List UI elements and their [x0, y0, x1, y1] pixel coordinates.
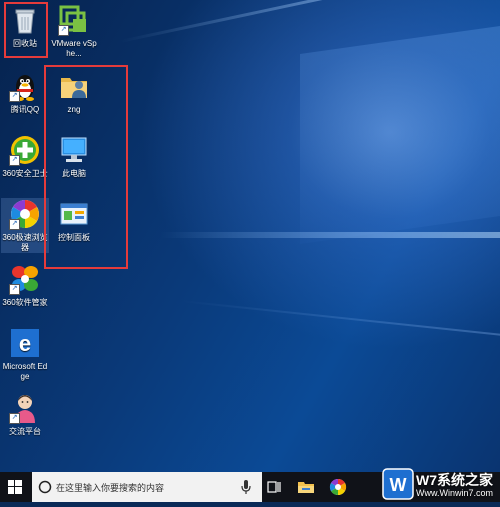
task-view-button[interactable]: [264, 477, 284, 497]
w7-logo-icon: W: [382, 468, 414, 500]
desktop-icon-360-security[interactable]: ↗ 360安全卫士: [1, 134, 49, 179]
desktop-icon-label: 腾讯QQ: [10, 105, 40, 114]
start-button[interactable]: [0, 472, 30, 502]
desktop-icon-edge[interactable]: e Microsoft Edge: [1, 327, 49, 382]
shortcut-arrow-icon: ↗: [9, 284, 20, 295]
desktop-icon-label: 360极速浏览器: [2, 233, 48, 252]
shortcut-arrow-icon: ↗: [58, 25, 69, 36]
desktop-icon-label: VMware vSphe...: [51, 39, 97, 58]
desktop-icon-360-software-manager[interactable]: ↗ 360软件管家: [1, 263, 49, 308]
shortcut-arrow-icon: ↗: [9, 413, 20, 424]
microphone-icon[interactable]: [240, 479, 252, 495]
360-browser-icon: ↗: [9, 198, 41, 230]
shortcut-arrow-icon: ↗: [9, 91, 20, 102]
qq-penguin-icon: ↗: [9, 70, 41, 102]
exchange-platform-icon: ↗: [9, 392, 41, 424]
file-explorer-icon: [298, 482, 314, 493]
desktop-icon-label: 360软件管家: [2, 298, 48, 307]
search-circle-icon: [38, 480, 52, 494]
watermark-title: W7系统之家: [416, 472, 493, 488]
svg-text:e: e: [19, 331, 31, 356]
360-security-icon: ↗: [9, 134, 41, 166]
shortcut-arrow-icon: ↗: [9, 219, 20, 230]
highlight-box-recycle-bin: [4, 2, 48, 58]
task-view-icon: [267, 481, 281, 493]
360-browser-taskbar-icon: [329, 478, 347, 496]
desktop-icon-vmware[interactable]: ↗ VMware vSphe...: [50, 4, 98, 59]
desktop-icon-qq[interactable]: ↗ 腾讯QQ: [1, 70, 49, 115]
360-browser-taskbar-button[interactable]: [328, 477, 348, 497]
desktop-icon-360-browser[interactable]: ↗ 360极速浏览器: [1, 198, 49, 253]
search-placeholder: 在这里输入你要搜索的内容: [56, 483, 165, 493]
windows-start-icon: [8, 480, 22, 494]
wallpaper-light-beam: [179, 300, 500, 340]
desktop-icon-exchange-platform[interactable]: ↗ 交流平台: [1, 392, 49, 437]
file-explorer-button[interactable]: [296, 477, 316, 497]
wallpaper-light-panel: [300, 25, 500, 245]
search-box[interactable]: 在这里输入你要搜索的内容: [32, 472, 262, 502]
desktop-icon-label: Microsoft Edge: [2, 362, 48, 381]
highlight-box-system-icons: [44, 65, 128, 269]
site-watermark: W W7系统之家 Www.Winwin7.com: [382, 466, 500, 502]
edge-icon: e: [9, 327, 41, 359]
360-software-manager-icon: ↗: [9, 263, 41, 295]
desktop-icon-label: 360安全卫士: [2, 169, 48, 178]
watermark-url: Www.Winwin7.com: [416, 488, 494, 498]
vmware-vsphere-icon: ↗: [58, 4, 90, 36]
shortcut-arrow-icon: ↗: [9, 155, 20, 166]
desktop-icon-label: 交流平台: [9, 427, 41, 436]
svg-text:W: W: [390, 475, 407, 495]
